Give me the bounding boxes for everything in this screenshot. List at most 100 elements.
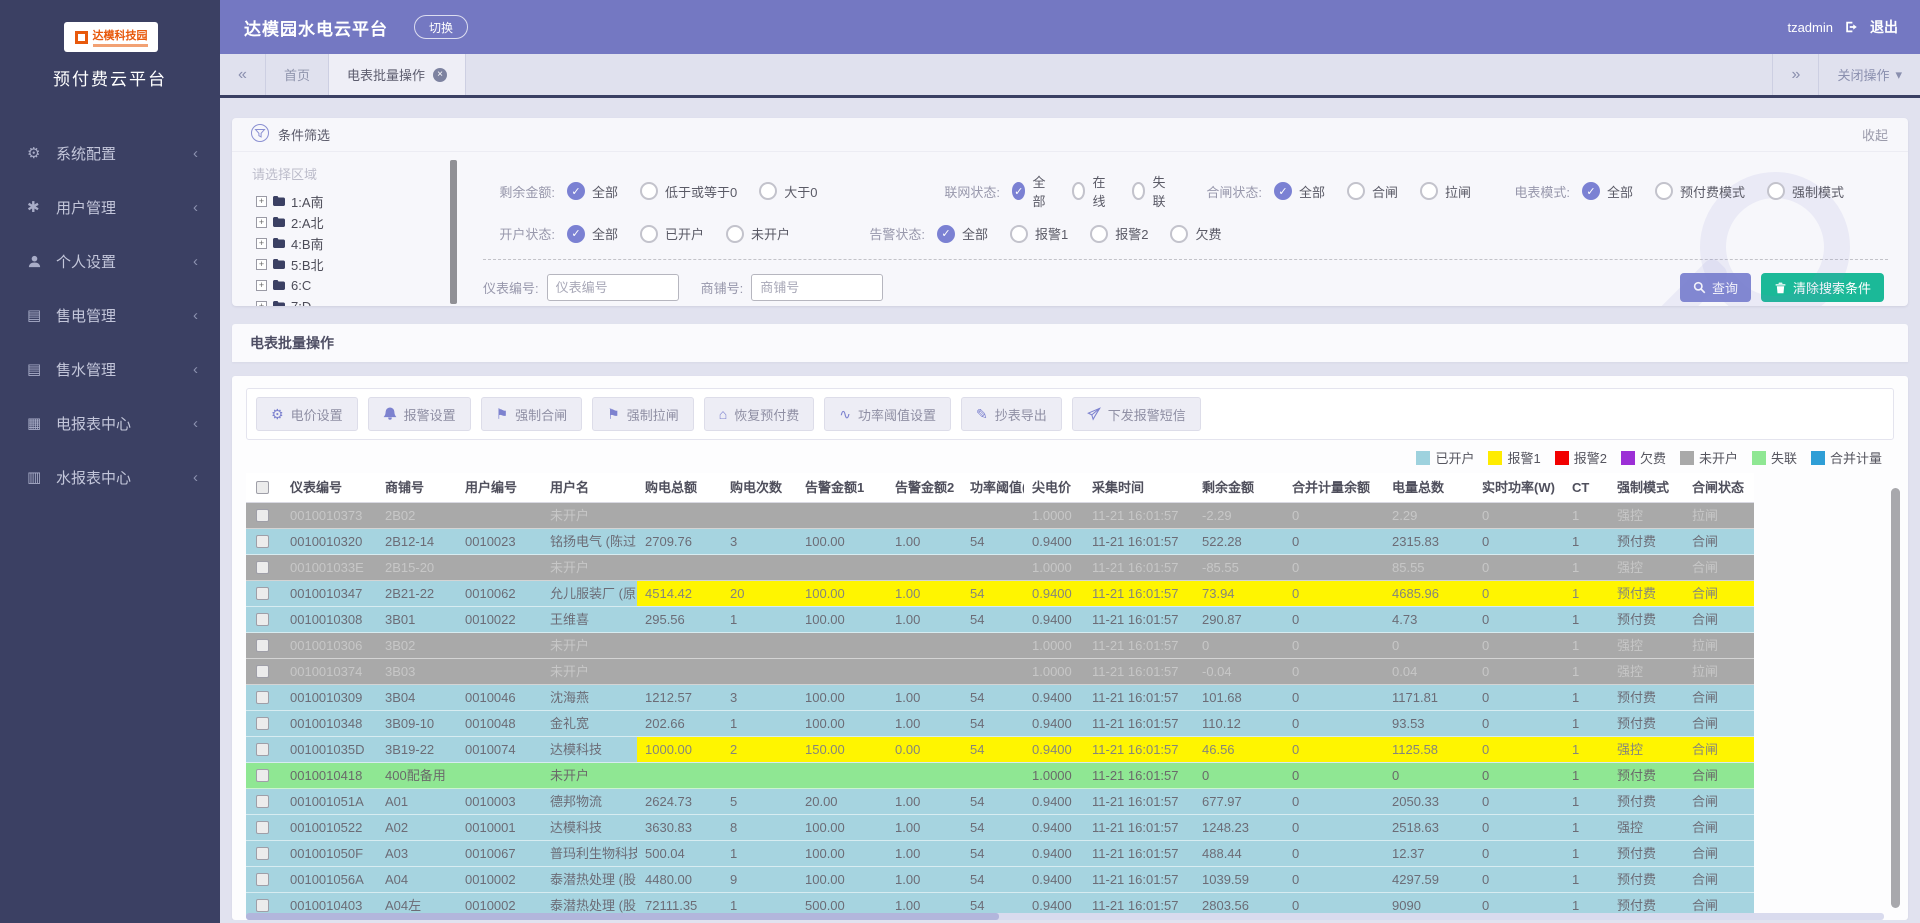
table-row[interactable]: 001001056AA040010002泰潜热处理 (股4480.009100.… [246, 867, 1754, 893]
radio-option[interactable]: 大于0 [759, 182, 817, 201]
toolbar-button-2[interactable]: ⚑强制合闸 [481, 397, 583, 431]
row-checkbox[interactable] [256, 535, 269, 548]
table-row[interactable]: 001001051AA010010003德邦物流2624.73520.001.0… [246, 789, 1754, 815]
radio-option[interactable]: 报警2 [1090, 224, 1148, 243]
radio-option[interactable]: 失联 [1132, 172, 1170, 210]
radio-option[interactable]: 拉闸 [1420, 182, 1471, 201]
sidebar-item-5[interactable]: ▦电报表中心‹ [0, 396, 220, 450]
expand-icon[interactable]: + [256, 259, 267, 270]
table-row[interactable]: 001001050FA030010067普玛利生物科技500.041100.00… [246, 841, 1754, 867]
expand-icon[interactable]: + [256, 301, 267, 306]
horizontal-scrollbar-thumb[interactable] [246, 913, 999, 920]
expand-icon[interactable]: + [256, 217, 267, 228]
table-row[interactable]: 0010010418400配备用未开户1.000011-21 16:01:570… [246, 763, 1754, 789]
toolbar-button-4[interactable]: ⌂恢复预付费 [704, 397, 814, 431]
toolbar-button-5[interactable]: ∿功率阈值设置 [824, 397, 951, 431]
row-checkbox[interactable] [256, 613, 269, 626]
row-checkbox[interactable] [256, 769, 269, 782]
tab-1[interactable]: 电表批量操作× [329, 54, 466, 95]
logout-icon[interactable] [1844, 20, 1859, 34]
table-row[interactable]: 00100103472B21-220010062允儿服装厂 (原4514.422… [246, 581, 1754, 607]
sidebar-item-2[interactable]: 个人设置‹ [0, 234, 220, 288]
radio-option[interactable]: 报警1 [1010, 224, 1068, 243]
table-row[interactable]: 00100103743B03未开户1.000011-21 16:01:57-0.… [246, 659, 1754, 685]
text-input-0[interactable] [547, 274, 679, 301]
row-checkbox[interactable] [256, 899, 269, 912]
row-checkbox[interactable] [256, 561, 269, 574]
row-checkbox[interactable] [256, 743, 269, 756]
splitter[interactable] [450, 160, 457, 304]
sidebar-item-6[interactable]: ▥水报表中心‹ [0, 450, 220, 504]
table-row[interactable]: 00100103083B010010022王维喜295.561100.001.0… [246, 607, 1754, 633]
cell [722, 633, 797, 658]
radio-option[interactable]: 预付费模式 [1655, 182, 1745, 201]
select-all-checkbox[interactable] [256, 481, 269, 494]
radio-option[interactable]: 强制模式 [1767, 182, 1844, 201]
tabs-scroll-right-button[interactable]: » [1772, 54, 1818, 95]
horizontal-scrollbar[interactable] [246, 913, 1884, 920]
radio-option[interactable]: ✓全部 [1274, 182, 1325, 201]
collapse-link[interactable]: 收起 [1862, 125, 1888, 144]
radio-option[interactable]: ✓全部 [567, 182, 618, 201]
row-checkbox[interactable] [256, 717, 269, 730]
vertical-scrollbar[interactable] [1891, 488, 1900, 908]
radio-option[interactable]: 未开户 [726, 224, 790, 243]
sidebar-item-3[interactable]: ▤售电管理‹ [0, 288, 220, 342]
tabs-scroll-left-button[interactable]: « [220, 54, 266, 95]
row-checkbox[interactable] [256, 691, 269, 704]
toolbar-button-6[interactable]: ✎抄表导出 [961, 397, 1062, 431]
sidebar-item-1[interactable]: ✱用户管理‹ [0, 180, 220, 234]
row-checkbox[interactable] [256, 795, 269, 808]
tree-node[interactable]: +5:B北 [246, 254, 446, 275]
search-button[interactable]: 查询 [1680, 273, 1751, 302]
tree-node[interactable]: +1:A南 [246, 191, 446, 212]
radio-option[interactable]: 低于或等于0 [640, 182, 737, 201]
expand-icon[interactable]: + [256, 196, 267, 207]
table-row[interactable]: 001001035D3B19-220010074达模科技1000.002150.… [246, 737, 1754, 763]
close-icon[interactable]: × [433, 68, 447, 82]
expand-icon[interactable]: + [256, 238, 267, 249]
row-checkbox[interactable] [256, 665, 269, 678]
expand-icon[interactable]: + [256, 280, 267, 291]
table-row[interactable]: 00100103093B040010046沈海燕1212.573100.001.… [246, 685, 1754, 711]
table-row[interactable]: 00100103202B12-140010023铭扬电气 (陈过2709.763… [246, 529, 1754, 555]
toolbar-button-0[interactable]: ⚙电价设置 [256, 397, 358, 431]
radio-option[interactable]: ✓全部 [567, 224, 618, 243]
clear-search-button[interactable]: 清除搜索条件 [1761, 273, 1884, 302]
sidebar-item-4[interactable]: ▤售水管理‹ [0, 342, 220, 396]
radio-option[interactable]: ✓全部 [1012, 172, 1050, 210]
tree-node[interactable]: +7:D [246, 296, 446, 306]
logout-button[interactable]: 退出 [1870, 17, 1898, 37]
table-row[interactable]: 0010010522A020010001达模科技3630.838100.001.… [246, 815, 1754, 841]
toolbar-button-7[interactable]: 下发报警短信 [1072, 397, 1201, 431]
row-checkbox[interactable] [256, 821, 269, 834]
row-checkbox[interactable] [256, 873, 269, 886]
tree-node[interactable]: +4:B南 [246, 233, 446, 254]
toolbar-button-1[interactable]: 报警设置 [368, 397, 471, 431]
radio-option[interactable]: ✓全部 [1582, 182, 1633, 201]
close-operations-dropdown[interactable]: 关闭操作 ▾ [1818, 54, 1920, 95]
radio-option[interactable]: 欠费 [1170, 224, 1221, 243]
cell [722, 659, 797, 684]
sidebar-item-0[interactable]: ⚙系统配置‹ [0, 126, 220, 180]
radio-option-label: 报警2 [1115, 224, 1148, 243]
row-checkbox[interactable] [256, 639, 269, 652]
table-row[interactable]: 001001033E2B15-20未开户1.000011-21 16:01:57… [246, 555, 1754, 581]
radio-option[interactable]: 在线 [1072, 172, 1110, 210]
radio-option[interactable]: 已开户 [640, 224, 704, 243]
cell: 11-21 16:01:57 [1084, 581, 1194, 606]
radio-option[interactable]: 合闸 [1347, 182, 1398, 201]
tab-0[interactable]: 首页 [266, 54, 329, 95]
table-row[interactable]: 00100103732B02未开户1.000011-21 16:01:57-2.… [246, 503, 1754, 529]
toolbar-button-3[interactable]: ⚑强制拉闸 [592, 397, 694, 431]
switch-button[interactable]: 切换 [414, 15, 468, 39]
tree-node[interactable]: +6:C [246, 275, 446, 296]
table-row[interactable]: 00100103063B02未开户1.000011-21 16:01:57000… [246, 633, 1754, 659]
radio-option[interactable]: ✓全部 [937, 224, 988, 243]
row-checkbox[interactable] [256, 587, 269, 600]
table-row[interactable]: 00100103483B09-100010048金礼宽202.661100.00… [246, 711, 1754, 737]
text-input-1[interactable] [751, 274, 883, 301]
tree-node[interactable]: +2:A北 [246, 212, 446, 233]
row-checkbox[interactable] [256, 847, 269, 860]
row-checkbox[interactable] [256, 509, 269, 522]
